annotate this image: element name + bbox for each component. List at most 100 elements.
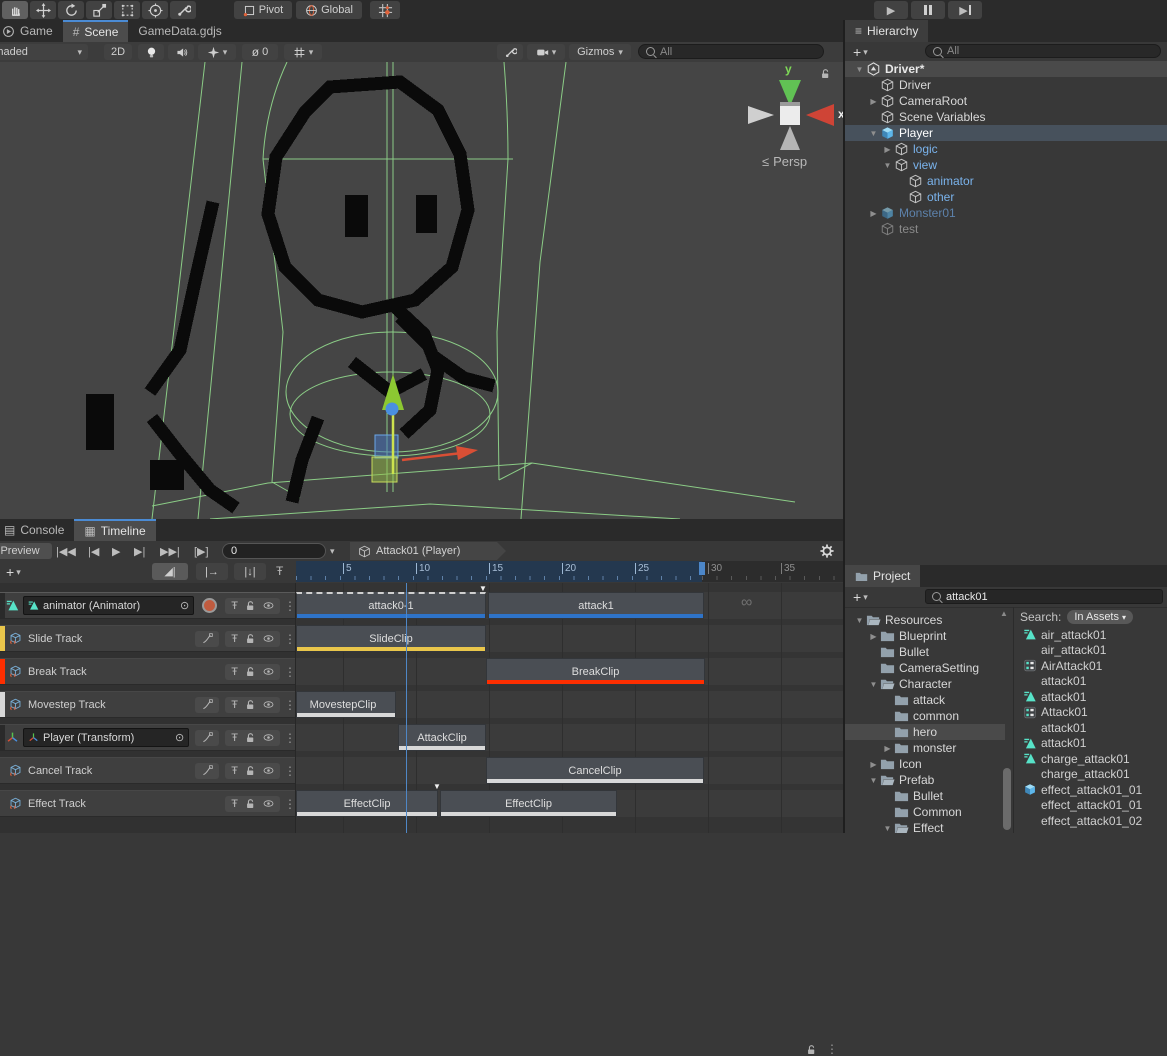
frame-dropdown-icon[interactable]: ▾ — [330, 546, 335, 557]
asset-row[interactable]: effect_attack01_01 — [1015, 798, 1167, 814]
clip-effect-2[interactable]: EffectClip — [440, 790, 617, 817]
tab-game[interactable]: Game — [0, 20, 63, 42]
frame-field[interactable]: 0 — [222, 543, 326, 559]
foldout-icon[interactable]: ▼ — [853, 65, 866, 74]
lighting-toggle[interactable] — [138, 44, 164, 60]
foldout-icon[interactable]: ▼ — [867, 680, 880, 689]
folder-prefab-common[interactable]: Common — [845, 804, 1005, 820]
goto-begin-button[interactable]: |◀◀ — [56, 545, 76, 558]
asset-row[interactable]: effect_attack01_01 — [1015, 782, 1167, 798]
clip-movestep[interactable]: MovestepClip — [296, 691, 396, 718]
project-add-button[interactable]: +▾ — [853, 589, 868, 605]
lock-icon[interactable] — [245, 732, 256, 743]
timeline-settings-gear-icon[interactable] — [820, 544, 834, 558]
foldout-icon[interactable]: ▶ — [867, 209, 880, 218]
hierarchy-item-scene-variables[interactable]: Scene Variables — [845, 109, 1167, 125]
clip-slide[interactable]: SlideClip — [296, 625, 486, 652]
foldout-icon[interactable]: ▶ — [881, 744, 894, 753]
asset-row[interactable]: attack01 — [1015, 720, 1167, 736]
track-header-cancel[interactable]: Cancel Track Ŧ ⋮ — [0, 757, 296, 784]
camera-dropdown[interactable]: ▾ — [527, 44, 565, 60]
lock-icon[interactable] — [245, 600, 256, 611]
asset-row[interactable]: effect_attack01_02 — [1015, 813, 1167, 829]
folder-camerasetting[interactable]: CameraSetting — [845, 660, 1005, 676]
folder-blueprint[interactable]: ▶Blueprint — [845, 628, 1005, 644]
track-header-break[interactable]: Break Track Ŧ ⋮ — [0, 658, 296, 685]
tab-timeline[interactable]: ▦Timeline — [74, 519, 155, 541]
project-search-input[interactable]: attack01 — [925, 589, 1163, 604]
shading-dropdown[interactable]: Shaded▾ — [0, 44, 88, 60]
folder-prefab[interactable]: ▼Prefab — [845, 772, 1005, 788]
clip-attack0-1[interactable]: attack0-1 — [296, 592, 486, 619]
eye-icon[interactable] — [263, 798, 274, 809]
lock-icon[interactable] — [245, 765, 256, 776]
grid-snap-button[interactable] — [370, 1, 400, 19]
2d-toggle[interactable]: 2D — [104, 44, 132, 60]
audio-toggle[interactable] — [168, 44, 194, 60]
clip-attack[interactable]: AttackClip — [398, 724, 486, 751]
track-header-slide[interactable]: Slide Track Ŧ ⋮ — [0, 625, 296, 652]
foldout-icon[interactable]: ▼ — [853, 616, 866, 625]
tab-scene[interactable]: #Scene — [63, 20, 129, 42]
asset-row[interactable]: air_attack01 — [1015, 627, 1167, 643]
move-tool-button[interactable] — [30, 1, 56, 19]
curves-button[interactable] — [195, 730, 219, 746]
tab-project[interactable]: Project — [845, 565, 920, 587]
eye-icon[interactable] — [263, 666, 274, 677]
pin-icon[interactable]: Ŧ — [231, 732, 238, 744]
rotate-tool-button[interactable] — [58, 1, 84, 19]
pin-icon[interactable]: Ŧ — [231, 666, 238, 678]
pin-icon[interactable]: Ŧ — [231, 699, 238, 711]
play-button[interactable]: ▶ — [874, 1, 908, 19]
asset-row[interactable]: charge_attack01 — [1015, 767, 1167, 783]
folder-icon-dir[interactable]: ▶Icon — [845, 756, 1005, 772]
folder-bullet[interactable]: Bullet — [845, 644, 1005, 660]
clip-break[interactable]: BreakClip — [486, 658, 705, 685]
pin-icon[interactable]: Ŧ — [231, 633, 238, 645]
perspective-label[interactable]: ≤ Persp — [762, 154, 807, 169]
scene-gizmo-lock-icon[interactable] — [820, 68, 831, 79]
axis-y-label[interactable]: y — [785, 62, 792, 76]
goto-end-button[interactable]: ▶▶| — [160, 545, 180, 558]
hand-tool-button[interactable] — [2, 1, 28, 19]
asset-row[interactable]: Attack01 — [1015, 705, 1167, 721]
search-scope-pill[interactable]: In Assets▾ — [1067, 610, 1133, 624]
hierarchy-add-button[interactable]: +▾ — [853, 44, 868, 60]
track-header-player-transform[interactable]: Player (Transform) ⊙ Ŧ ⋮ — [0, 724, 296, 751]
clip-attack1[interactable]: attack1 — [488, 592, 704, 619]
pin-icon[interactable]: Ŧ — [231, 798, 238, 810]
global-toggle[interactable]: Global — [296, 1, 362, 19]
preview-toggle[interactable]: Preview — [0, 543, 52, 559]
tab-hierarchy[interactable]: ≡Hierarchy — [845, 20, 928, 42]
rect-tool-button[interactable] — [114, 1, 140, 19]
hierarchy-item-view[interactable]: ▼view — [845, 157, 1167, 173]
hierarchy-item-other[interactable]: other — [845, 189, 1167, 205]
scene-view[interactable]: y x ≤ Persp — [0, 62, 843, 519]
track-header-movestep[interactable]: Movestep Track Ŧ ⋮ — [0, 691, 296, 718]
hierarchy-item-player[interactable]: ▼Player — [845, 125, 1167, 141]
pin-mode-button[interactable]: Ŧ — [276, 564, 283, 578]
animator-binding-field[interactable]: animator (Animator) ⊙ — [23, 596, 194, 615]
custom-tool-button[interactable] — [170, 1, 196, 19]
tab-gamedata[interactable]: GameData.gdjs — [128, 20, 231, 42]
track-header-animator[interactable]: animator (Animator) ⊙ Ŧ ⋮ — [0, 592, 296, 619]
foldout-icon[interactable]: ▶ — [881, 145, 894, 154]
folder-resources[interactable]: ▼Resources — [845, 612, 1005, 628]
pin-icon[interactable]: Ŧ — [231, 600, 238, 612]
clip-effect-1[interactable]: EffectClip — [296, 790, 438, 817]
hierarchy-search-input[interactable]: All — [925, 44, 1161, 58]
track-lane[interactable] — [296, 724, 843, 751]
eye-icon[interactable] — [263, 600, 274, 611]
eye-icon[interactable] — [263, 732, 274, 743]
hierarchy-item-monster01[interactable]: ▶Monster01 — [845, 205, 1167, 221]
pin-icon[interactable]: Ŧ — [231, 765, 238, 777]
foldout-icon[interactable]: ▼ — [867, 776, 880, 785]
timeline-breadcrumb[interactable]: Attack01 (Player) — [350, 542, 506, 560]
foldout-icon[interactable]: ▼ — [881, 824, 894, 833]
step-button[interactable]: ▶ — [948, 1, 982, 19]
hierarchy-item-logic[interactable]: ▶logic — [845, 141, 1167, 157]
timeline-ruler[interactable]: 5 10 15 20 25 30 35 — [296, 561, 843, 582]
playhead-marker[interactable] — [699, 562, 705, 575]
hierarchy-item-animator[interactable]: animator — [845, 173, 1167, 189]
eye-icon[interactable] — [263, 633, 274, 644]
